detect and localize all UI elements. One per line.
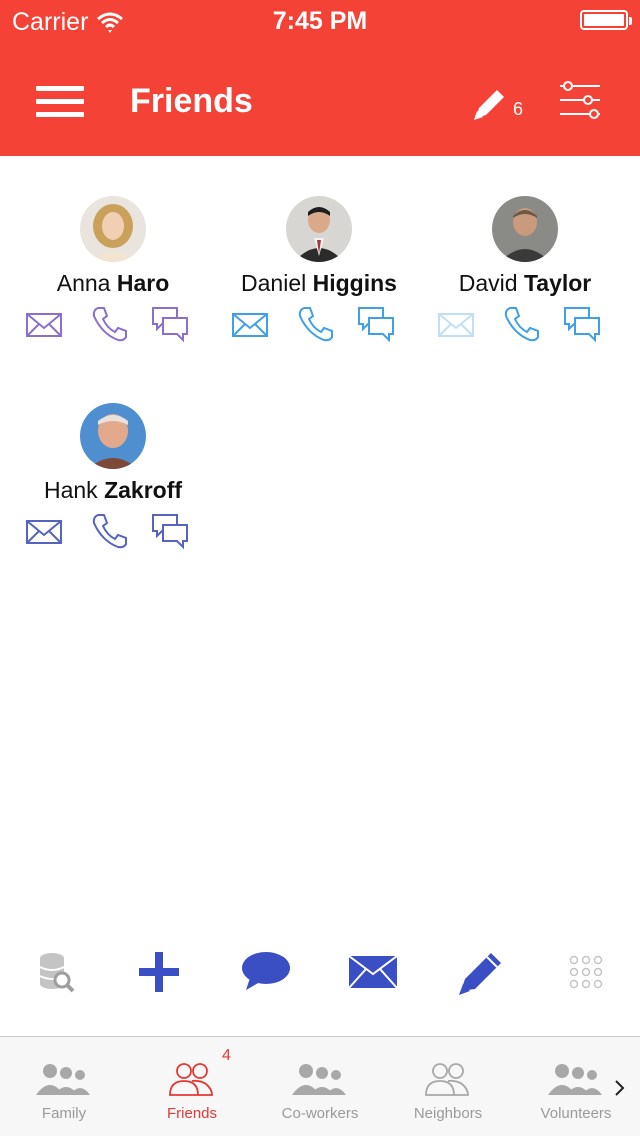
contact-card[interactable]: Hank Zakroff bbox=[10, 403, 216, 573]
message-button[interactable] bbox=[150, 511, 190, 551]
tab-friends[interactable]: Friends bbox=[128, 1037, 256, 1136]
more-tabs-button[interactable] bbox=[608, 1073, 632, 1103]
menu-button[interactable] bbox=[36, 86, 84, 120]
tab-bar: Family Friends 4 Co-workers Neighbors Vo… bbox=[0, 1036, 640, 1136]
chat-icon bbox=[152, 514, 188, 550]
phone-icon bbox=[92, 514, 127, 549]
contact-name: Hank Zakroff bbox=[43, 477, 183, 503]
compose-button[interactable] bbox=[452, 944, 508, 1000]
hamburger-icon bbox=[36, 86, 84, 91]
chevron-right-icon bbox=[615, 1080, 625, 1096]
phone-icon bbox=[92, 307, 127, 342]
status-time: 7:45 PM bbox=[272, 7, 368, 35]
mail-icon bbox=[438, 313, 474, 337]
edit-button[interactable] bbox=[470, 84, 510, 124]
people-icon bbox=[548, 1064, 602, 1095]
mail-button[interactable] bbox=[24, 511, 64, 551]
contact-name: David Taylor bbox=[458, 270, 592, 296]
pencil-icon bbox=[474, 90, 504, 120]
chat-icon bbox=[358, 307, 394, 343]
search-database-button[interactable] bbox=[28, 944, 84, 1000]
avatar[interactable] bbox=[286, 196, 352, 262]
speech-bubble-icon bbox=[242, 952, 290, 990]
avatar[interactable] bbox=[492, 196, 558, 262]
add-button[interactable] bbox=[131, 944, 187, 1000]
plus-icon bbox=[139, 952, 179, 992]
database-search-icon bbox=[39, 953, 75, 993]
mail-button[interactable] bbox=[230, 304, 270, 344]
avatar[interactable] bbox=[80, 196, 146, 262]
status-bar: Carrier 7:45 PM bbox=[0, 0, 640, 44]
contact-name: Daniel Higgins bbox=[241, 270, 397, 296]
page-title: Friends bbox=[130, 82, 253, 120]
message-button[interactable] bbox=[562, 304, 602, 344]
contact-card[interactable]: Daniel Higgins bbox=[216, 196, 422, 366]
email-button[interactable] bbox=[345, 944, 401, 1000]
tab-label: Friends bbox=[166, 1105, 218, 1122]
call-button[interactable] bbox=[502, 304, 542, 344]
people-outline-icon bbox=[169, 1063, 213, 1096]
people-outline-icon bbox=[425, 1063, 469, 1096]
pencil-icon bbox=[459, 953, 501, 995]
phone-icon bbox=[298, 307, 333, 342]
call-button[interactable] bbox=[90, 304, 130, 344]
action-toolbar bbox=[0, 940, 640, 1004]
tab-label: Co-workers bbox=[281, 1105, 359, 1122]
chat-icon bbox=[152, 307, 188, 343]
sliders-icon bbox=[560, 81, 600, 119]
message-button[interactable] bbox=[356, 304, 396, 344]
contact-name: Anna Haro bbox=[56, 270, 170, 296]
people-icon bbox=[292, 1064, 346, 1095]
grid-dots-icon bbox=[569, 955, 603, 989]
avatar[interactable] bbox=[80, 403, 146, 469]
mail-icon bbox=[232, 313, 268, 337]
mail-icon bbox=[26, 313, 62, 337]
tab-family[interactable]: Family bbox=[0, 1037, 128, 1136]
filter-button[interactable] bbox=[558, 80, 602, 120]
mail-button[interactable] bbox=[24, 304, 64, 344]
nav-bar: Friends 6 bbox=[0, 44, 640, 156]
contact-card[interactable]: Anna Haro bbox=[10, 196, 216, 366]
tab-neighbors[interactable]: Neighbors bbox=[384, 1037, 512, 1136]
tab-label: Volunteers bbox=[540, 1105, 612, 1122]
edit-count-badge: 6 bbox=[513, 99, 524, 119]
contact-card[interactable]: David Taylor bbox=[422, 196, 628, 366]
tab-label: Neighbors bbox=[413, 1105, 483, 1122]
tab-co-workers[interactable]: Co-workers bbox=[256, 1037, 384, 1136]
chat-button[interactable] bbox=[238, 944, 294, 1000]
envelope-icon bbox=[348, 955, 398, 989]
tab-label: Family bbox=[41, 1105, 87, 1122]
mail-button[interactable] bbox=[436, 304, 476, 344]
people-icon bbox=[36, 1064, 90, 1095]
notification-badge: 4 bbox=[222, 1047, 231, 1064]
call-button[interactable] bbox=[296, 304, 336, 344]
call-button[interactable] bbox=[90, 511, 130, 551]
battery-icon bbox=[580, 10, 632, 30]
more-apps-button[interactable] bbox=[558, 944, 614, 1000]
chat-icon bbox=[564, 307, 600, 343]
phone-icon bbox=[504, 307, 539, 342]
mail-icon bbox=[26, 520, 62, 544]
message-button[interactable] bbox=[150, 304, 190, 344]
